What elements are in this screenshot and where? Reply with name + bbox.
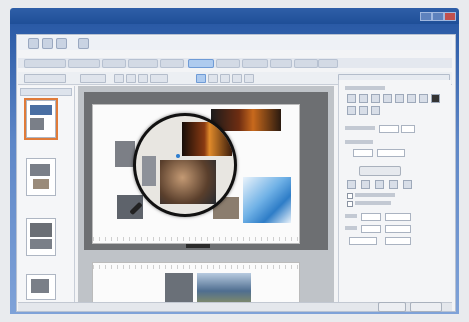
value-field[interactable] bbox=[401, 125, 415, 133]
style-icon[interactable] bbox=[419, 94, 428, 103]
transform-icon[interactable] bbox=[389, 180, 398, 189]
style-icon[interactable] bbox=[407, 94, 416, 103]
pages-panel bbox=[18, 86, 75, 302]
redo-icon[interactable] bbox=[56, 38, 67, 49]
zoomed-side-photo bbox=[142, 156, 156, 186]
blue-shape-graphic[interactable] bbox=[243, 177, 291, 223]
value-field[interactable] bbox=[385, 225, 411, 233]
properties-title bbox=[345, 86, 385, 90]
page-thumbnail[interactable] bbox=[26, 218, 56, 256]
value-field[interactable] bbox=[353, 149, 373, 157]
value-field[interactable] bbox=[349, 237, 377, 245]
field-label bbox=[345, 214, 357, 218]
tab-7[interactable] bbox=[216, 59, 240, 68]
tool-button[interactable] bbox=[126, 74, 136, 83]
align-right-icon[interactable] bbox=[371, 94, 380, 103]
tool-button[interactable] bbox=[138, 74, 148, 83]
close-button[interactable] bbox=[444, 12, 456, 21]
value-field[interactable] bbox=[361, 213, 381, 221]
minimize-button[interactable] bbox=[420, 12, 432, 21]
page-number-label bbox=[186, 244, 210, 248]
tool-button[interactable] bbox=[114, 74, 124, 83]
print-icon[interactable] bbox=[78, 38, 89, 49]
tab-2[interactable] bbox=[68, 59, 100, 68]
page-ruler bbox=[93, 265, 299, 269]
transform-icon[interactable] bbox=[361, 180, 370, 189]
cancel-button[interactable] bbox=[410, 302, 442, 312]
tab-10[interactable] bbox=[294, 59, 318, 68]
transform-icon[interactable] bbox=[375, 180, 384, 189]
title-bar bbox=[10, 8, 459, 24]
tab-8[interactable] bbox=[242, 59, 268, 68]
page-thumbnail[interactable] bbox=[24, 98, 58, 140]
view-dropdown[interactable] bbox=[24, 74, 66, 83]
transform-icon[interactable] bbox=[347, 180, 356, 189]
undo-icon[interactable] bbox=[42, 38, 53, 49]
page-spread-2[interactable] bbox=[92, 262, 300, 304]
zoom-dropdown[interactable] bbox=[80, 74, 106, 83]
save-icon[interactable] bbox=[28, 38, 39, 49]
ok-button[interactable] bbox=[378, 302, 406, 312]
option-checkbox[interactable] bbox=[347, 193, 353, 199]
value-field[interactable] bbox=[377, 149, 405, 157]
tool-button[interactable] bbox=[208, 74, 218, 83]
field-label bbox=[345, 226, 357, 230]
tool-button[interactable] bbox=[150, 74, 168, 83]
checkbox-label bbox=[355, 201, 391, 205]
portrait-photo-small[interactable] bbox=[115, 141, 135, 167]
style-icon[interactable] bbox=[395, 94, 404, 103]
properties-panel bbox=[338, 80, 451, 302]
tool-button[interactable] bbox=[244, 74, 254, 83]
tab-4[interactable] bbox=[128, 59, 158, 68]
quick-access-toolbar bbox=[18, 36, 452, 50]
field-label bbox=[345, 126, 375, 130]
apply-button[interactable] bbox=[359, 166, 401, 176]
tab-9[interactable] bbox=[270, 59, 292, 68]
align-left-icon[interactable] bbox=[347, 94, 356, 103]
tool-button[interactable] bbox=[220, 74, 230, 83]
value-field[interactable] bbox=[385, 213, 411, 221]
tab-3[interactable] bbox=[102, 59, 126, 68]
color-swatch-icon[interactable] bbox=[431, 94, 440, 103]
page-thumbnail[interactable] bbox=[26, 274, 56, 300]
checkbox-label bbox=[355, 193, 395, 197]
style-icon[interactable] bbox=[383, 94, 392, 103]
magnifier-lens[interactable] bbox=[133, 113, 237, 217]
pin-icon bbox=[176, 154, 180, 158]
people-photo[interactable] bbox=[165, 273, 193, 303]
maximize-button[interactable] bbox=[432, 12, 444, 21]
ribbon-tabs bbox=[18, 58, 452, 68]
border-icon[interactable] bbox=[371, 106, 380, 115]
page-ruler bbox=[93, 237, 299, 241]
zoomed-city-photo bbox=[182, 122, 232, 156]
tab-1[interactable] bbox=[24, 59, 66, 68]
zoomed-portrait-photo bbox=[160, 160, 216, 204]
field-label bbox=[345, 140, 373, 144]
river-photo[interactable] bbox=[197, 273, 251, 303]
border-icon[interactable] bbox=[347, 106, 356, 115]
transform-icon[interactable] bbox=[403, 180, 412, 189]
tool-button-active[interactable] bbox=[196, 74, 206, 83]
value-field[interactable] bbox=[385, 237, 411, 245]
tool-button[interactable] bbox=[232, 74, 242, 83]
value-field[interactable] bbox=[361, 225, 381, 233]
value-field[interactable] bbox=[379, 125, 399, 133]
pages-panel-header bbox=[20, 88, 72, 96]
tab-6-active[interactable] bbox=[188, 59, 214, 68]
tab-5[interactable] bbox=[160, 59, 184, 68]
option-checkbox[interactable] bbox=[347, 201, 353, 207]
border-icon[interactable] bbox=[359, 106, 368, 115]
align-center-icon[interactable] bbox=[359, 94, 368, 103]
page-thumbnail[interactable] bbox=[26, 158, 56, 196]
tab-11[interactable] bbox=[318, 59, 338, 68]
